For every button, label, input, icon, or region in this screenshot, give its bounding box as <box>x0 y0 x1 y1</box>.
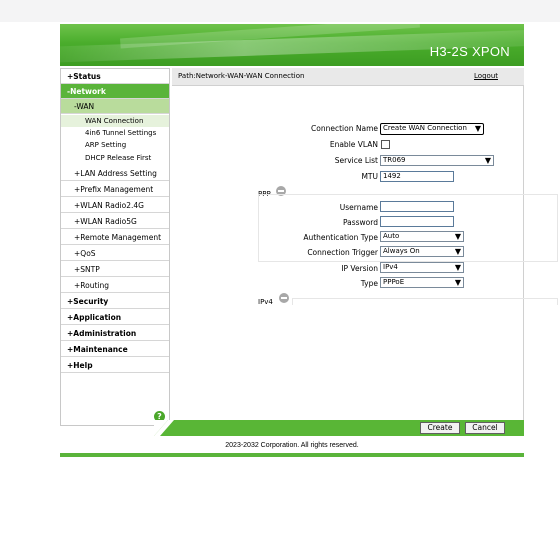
service-list-select[interactable]: TR069 ▼ <box>380 155 494 166</box>
bottom-accent-line <box>60 453 524 457</box>
enable-vlan-label: Enable VLAN <box>329 140 378 149</box>
device-model-title: H3-2S XPON <box>429 44 510 59</box>
router-admin-frame: H3-2S XPON +Status -Network -WAN WAN Con… <box>60 24 558 458</box>
browser-top-strip <box>0 0 560 22</box>
connection-trigger-label: Connection Trigger <box>307 248 378 257</box>
breadcrumb-bar: Path:Network-WAN-WAN Connection Logout <box>172 68 524 86</box>
sidebar-item-help[interactable]: +Help <box>61 358 169 373</box>
sidebar-menu: +Status -Network -WAN WAN Connection 4in… <box>60 68 170 426</box>
enable-vlan-checkbox[interactable] <box>381 140 390 149</box>
sidebar-item-wan-connection[interactable]: WAN Connection <box>61 115 169 127</box>
sidebar-item-prefix[interactable]: +Prefix Management <box>61 182 169 197</box>
sidebar-item-wlan-24g[interactable]: +WLAN Radio2.4G <box>61 198 169 213</box>
ipv4-section-label: IPv4 <box>258 298 273 306</box>
sidebar-item-security[interactable]: +Security <box>61 294 169 309</box>
sidebar-item-routing[interactable]: +Routing <box>61 278 169 293</box>
mtu-input[interactable]: 1492 <box>380 171 454 182</box>
ip-version-value: IPv4 <box>383 263 398 271</box>
auth-type-value: Auto <box>383 232 400 240</box>
ip-version-label: IP Version <box>341 264 378 273</box>
header-banner: H3-2S XPON <box>60 24 524 66</box>
chevron-down-icon: ▼ <box>484 156 491 165</box>
logout-link[interactable]: Logout <box>474 72 498 80</box>
sidebar-item-wlan-5g[interactable]: +WLAN Radio5G <box>61 214 169 229</box>
type-select[interactable]: PPPoE ▼ <box>380 277 464 288</box>
type-label: Type <box>360 279 378 288</box>
ip-version-select[interactable]: IPv4 ▼ <box>380 262 464 273</box>
connection-trigger-value: Always On <box>383 247 420 255</box>
username-label: Username <box>339 203 378 212</box>
sidebar-item-arp-setting[interactable]: ARP Setting <box>61 139 169 151</box>
password-label: Password <box>342 218 378 227</box>
sidebar-item-administration[interactable]: +Administration <box>61 326 169 341</box>
wan-connection-form: Connection Name Create WAN Connection ▼ … <box>172 86 558 426</box>
ipv4-section-box <box>292 298 558 305</box>
connection-name-value: Create WAN Connection <box>383 124 467 132</box>
chevron-down-icon: ▼ <box>474 124 481 133</box>
sidebar-item-dhcp-release[interactable]: DHCP Release First <box>61 152 169 164</box>
sidebar-item-sntp[interactable]: +SNTP <box>61 262 169 277</box>
sidebar-item-lan-address[interactable]: +LAN Address Setting <box>61 166 169 181</box>
sidebar-item-network[interactable]: -Network <box>61 84 169 99</box>
username-input[interactable] <box>380 201 454 212</box>
connection-name-label: Connection Name <box>311 124 378 133</box>
sidebar-item-wan[interactable]: -WAN <box>61 99 169 114</box>
type-value: PPPoE <box>383 278 405 286</box>
footer-slash-decoration <box>154 420 174 436</box>
create-button[interactable]: Create <box>420 422 460 434</box>
auth-type-label: Authentication Type <box>303 233 378 242</box>
copyright-text: 2023-2032 Corporation. All rights reserv… <box>225 442 359 449</box>
mtu-label: MTU <box>361 172 378 181</box>
auth-type-select[interactable]: Auto ▼ <box>380 231 464 242</box>
password-input[interactable] <box>380 216 454 227</box>
service-list-value: TR069 <box>383 156 406 164</box>
cancel-button[interactable]: Cancel <box>465 422 505 434</box>
sidebar-item-status[interactable]: +Status <box>61 69 169 84</box>
sidebar-item-application[interactable]: +Application <box>61 310 169 325</box>
collapse-icon[interactable] <box>279 293 289 303</box>
chevron-down-icon: ▼ <box>454 247 461 256</box>
sidebar-item-4in6-tunnel[interactable]: 4in6 Tunnel Settings <box>61 127 169 139</box>
sidebar-item-remote-management[interactable]: +Remote Management <box>61 230 169 245</box>
sidebar-item-qos[interactable]: +QoS <box>61 246 169 261</box>
chevron-down-icon: ▼ <box>454 232 461 241</box>
sidebar-item-maintenance[interactable]: +Maintenance <box>61 342 169 357</box>
chevron-down-icon: ▼ <box>454 278 461 287</box>
chevron-down-icon: ▼ <box>454 263 461 272</box>
service-list-label: Service List <box>334 156 378 165</box>
connection-name-select[interactable]: Create WAN Connection ▼ <box>380 123 484 135</box>
breadcrumb: Path:Network-WAN-WAN Connection <box>178 72 305 80</box>
connection-trigger-select[interactable]: Always On ▼ <box>380 246 464 257</box>
